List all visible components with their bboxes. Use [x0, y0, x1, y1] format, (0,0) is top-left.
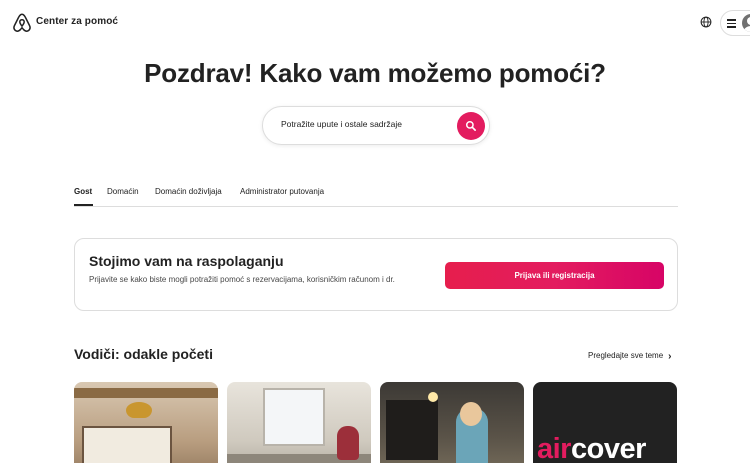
- user-avatar-icon: [742, 14, 750, 32]
- chandelier-image: [126, 402, 152, 418]
- help-center-brand[interactable]: Center za pomoć: [36, 16, 118, 27]
- chalkboard-image: [386, 400, 438, 460]
- tab-travel-admin[interactable]: Administrator putovanja: [240, 187, 324, 196]
- chevron-right-icon: ›: [668, 351, 672, 362]
- guide-card-office[interactable]: [227, 382, 371, 463]
- audience-tabs: Gost Domaćin Domaćin doživljaja Administ…: [74, 180, 678, 207]
- login-register-button[interactable]: Prijava ili registracija: [445, 262, 664, 289]
- guides-title: Vodiči: odakle početi: [74, 346, 213, 362]
- login-card-text: Prijavite se kako biste mogli potražiti …: [89, 275, 395, 284]
- airbnb-logo-icon[interactable]: [12, 13, 32, 33]
- tab-experience-host[interactable]: Domaćin doživljaja: [155, 187, 222, 196]
- see-all-topics-link[interactable]: Pregledajte sve teme ›: [588, 350, 672, 362]
- hamburger-menu-icon: [727, 19, 736, 28]
- page-title: Pozdrav! Kako vam možemo pomoći?: [144, 58, 606, 88]
- login-card: Stojimo vam na raspolaganju Prijavite se…: [74, 238, 678, 311]
- person-image: [337, 426, 359, 460]
- user-menu-button[interactable]: [720, 10, 750, 36]
- aircover-logo: aircover: [537, 433, 646, 463]
- window-image: [82, 426, 172, 463]
- globe-icon[interactable]: [700, 16, 712, 28]
- top-header: Center za pomoć: [0, 0, 750, 44]
- search-button[interactable]: [457, 112, 485, 140]
- search-bar[interactable]: [262, 106, 490, 145]
- search-input[interactable]: [281, 119, 451, 129]
- guide-card-aircover[interactable]: aircover: [533, 382, 677, 463]
- login-card-title: Stojimo vam na raspolaganju: [89, 253, 284, 269]
- see-all-topics-label: Pregledajte sve teme: [588, 351, 664, 360]
- guide-card-getting-started[interactable]: [74, 382, 218, 463]
- active-tab-indicator: [74, 204, 93, 206]
- tab-host[interactable]: Domaćin: [107, 187, 139, 196]
- guide-card-travel[interactable]: [380, 382, 524, 463]
- search-icon: [465, 120, 476, 131]
- tab-guest[interactable]: Gost: [74, 187, 92, 196]
- office-window-image: [263, 388, 325, 446]
